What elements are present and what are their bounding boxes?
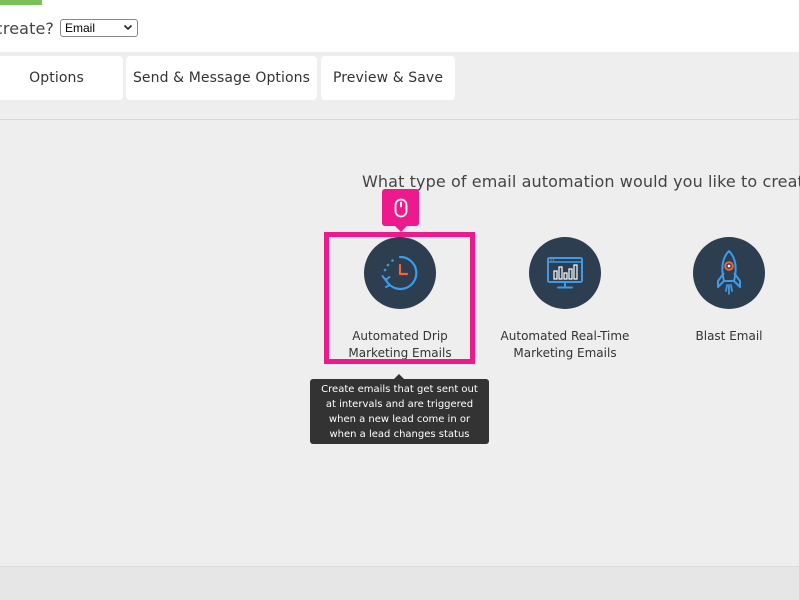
tab-options[interactable]: Options bbox=[0, 56, 123, 100]
tab-preview-save-label: Preview & Save bbox=[332, 70, 444, 86]
drip-tooltip: Create emails that get sent out at inter… bbox=[310, 374, 489, 444]
click-highlight-box bbox=[324, 232, 475, 364]
realtime-option-label: Automated Real-Time Marketing Emails bbox=[500, 329, 630, 360]
wizard-tabs: Options Send & Message Options Preview &… bbox=[0, 52, 800, 120]
progress-accent bbox=[0, 0, 42, 5]
tab-options-label: Options bbox=[29, 70, 84, 86]
chevron-down-icon bbox=[123, 24, 133, 31]
blast-option-label: Blast Email bbox=[695, 329, 763, 343]
tab-preview-save[interactable]: Preview & Save bbox=[321, 56, 455, 100]
mouse-icon bbox=[394, 198, 407, 217]
realtime-icon-circle[interactable] bbox=[529, 237, 601, 309]
tab-send-message-options[interactable]: Send & Message Options bbox=[126, 56, 317, 100]
create-question-text: create? bbox=[0, 18, 54, 38]
option-blast-email[interactable]: Blast Email bbox=[654, 237, 800, 345]
monitor-chart-icon bbox=[547, 257, 583, 289]
create-question-row: create? Email bbox=[0, 16, 138, 40]
footer-bar bbox=[0, 566, 800, 600]
type-select-value: Email bbox=[64, 21, 95, 35]
mouse-click-badge bbox=[382, 189, 419, 232]
option-realtime-marketing[interactable]: Automated Real-Time Marketing Emails bbox=[490, 237, 640, 362]
type-select[interactable]: Email bbox=[59, 19, 138, 37]
rocket-icon bbox=[717, 250, 741, 295]
automation-type-heading: What type of email automation would you … bbox=[362, 172, 800, 191]
tab-send-message-options-label: Send & Message Options bbox=[132, 70, 311, 86]
blast-icon-circle[interactable] bbox=[693, 237, 765, 309]
